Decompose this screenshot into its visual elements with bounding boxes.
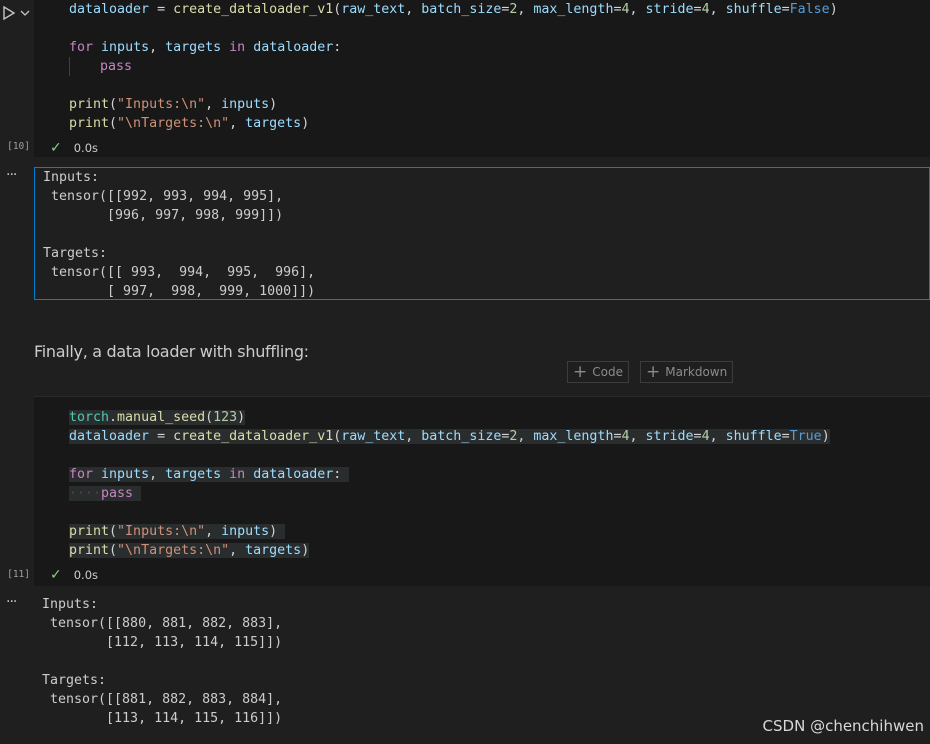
plus-icon: + (573, 361, 588, 382)
indent-guide (69, 57, 70, 76)
output-line: tensor([[881, 882, 883, 884], (42, 692, 283, 707)
output-line: Inputs: (43, 170, 100, 185)
whitespace-dots: ···· (69, 486, 102, 501)
ellipsis-icon[interactable]: ··· (6, 594, 17, 610)
code-line[interactable]: dataloader = create_dataloader_v1(raw_te… (69, 427, 830, 446)
add-code-cell-button[interactable]: + Code (567, 361, 629, 383)
output-line: tensor([[992, 993, 994, 995], (43, 189, 284, 204)
code-line[interactable]: for inputs, targets in dataloader: (69, 38, 341, 57)
output-line: Targets: (42, 673, 107, 688)
code-line[interactable]: dataloader = create_dataloader_v1(raw_te… (69, 0, 838, 19)
chevron-down-icon[interactable] (20, 8, 30, 18)
add-markdown-cell-button[interactable]: + Markdown (640, 361, 734, 383)
output-line: tensor([[880, 881, 882, 883], (42, 616, 283, 631)
code-line[interactable]: print("\nTargets:\n", targets) (69, 114, 309, 133)
check-icon: ✓ (50, 567, 62, 583)
markdown-cell-text[interactable]: Finally, a data loader with shuffling: (34, 342, 309, 361)
cell-status: ✓ 0.0s (50, 140, 98, 156)
code-cell-10[interactable] (34, 0, 930, 157)
execution-time: 0.0s (73, 568, 99, 582)
code-line[interactable]: print("Inputs:\n", inputs) (69, 95, 277, 114)
execution-time: 0.0s (73, 141, 99, 155)
code-line[interactable]: ····pass (69, 484, 142, 503)
execution-count: [11] (7, 569, 30, 580)
cell-status: ✓ 0.0s (50, 567, 98, 583)
play-icon[interactable] (2, 6, 16, 20)
output-line: Inputs: (42, 597, 99, 612)
output-line: [112, 113, 114, 115]]) (42, 635, 283, 650)
plus-icon: + (646, 361, 661, 382)
output-line: [ 997, 998, 999, 1000]]) (43, 284, 316, 299)
code-line[interactable]: print("Inputs:\n", inputs) (69, 522, 286, 541)
output-line: tensor([[ 993, 994, 995, 996], (43, 265, 316, 280)
code-line[interactable]: print("\nTargets:\n", targets) (69, 541, 310, 560)
code-line[interactable]: torch.manual_seed(123) (69, 408, 246, 427)
code-line[interactable]: for inputs, targets in dataloader: (69, 465, 350, 484)
ellipsis-icon[interactable]: ··· (6, 167, 17, 183)
output-line: [996, 997, 998, 999]]) (43, 208, 284, 223)
cell-output-10[interactable]: Inputs: tensor([[992, 993, 994, 995], [9… (34, 167, 930, 300)
output-line: [113, 114, 115, 116]]) (42, 711, 283, 726)
watermark: CSDN @chenchihwen (762, 717, 924, 735)
output-line: Targets: (43, 246, 108, 261)
execution-count: [10] (7, 141, 30, 152)
code-line[interactable]: pass (100, 57, 132, 76)
check-icon: ✓ (50, 140, 62, 156)
